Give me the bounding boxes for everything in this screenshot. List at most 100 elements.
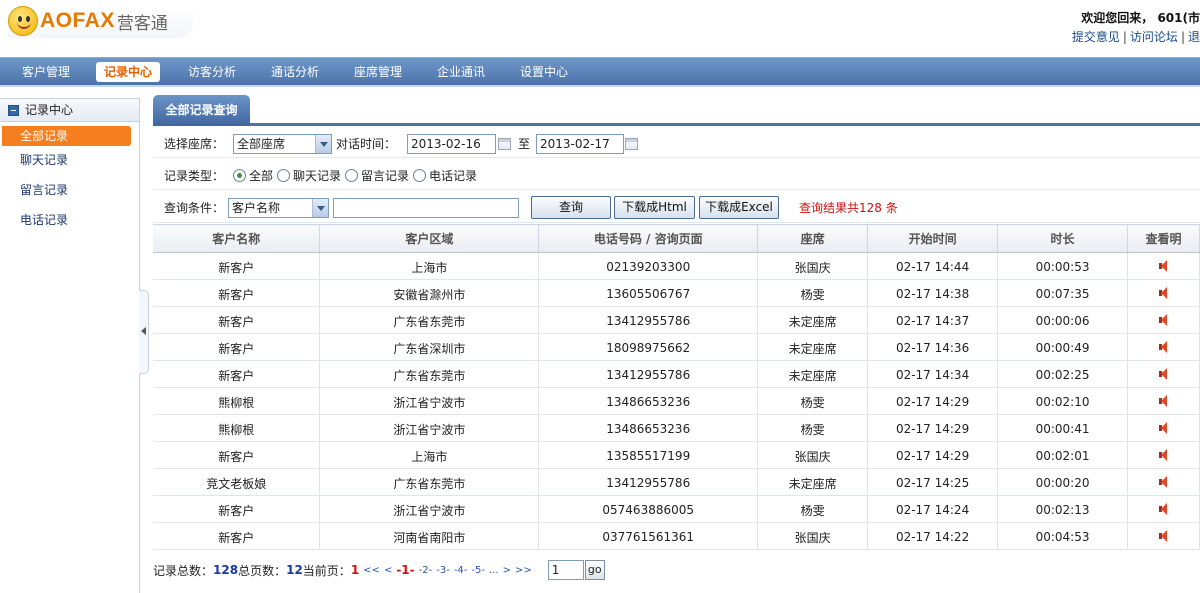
- seat-select[interactable]: 全部座席: [233, 134, 332, 154]
- cell-customer-name: 新客户: [153, 495, 321, 523]
- seat-label: 选择座席：: [164, 137, 225, 151]
- table-row[interactable]: 新客户 上海市 13585517199 张国庆 02-17 14:29 00:02:01: [153, 441, 1200, 469]
- sidebar-header[interactable]: 记录中心: [0, 98, 139, 122]
- speaker-icon[interactable]: [1158, 394, 1169, 407]
- col-header-customer-name[interactable]: 客户名称: [153, 224, 321, 253]
- radio-dot[interactable]: [345, 169, 358, 182]
- col-header-phone[interactable]: 电话号码 / 咨询页面: [538, 224, 759, 253]
- cell-customer-name: 熊柳根: [153, 414, 321, 442]
- radio-all[interactable]: 全部: [233, 167, 273, 184]
- date-to-input[interactable]: 2013-02-17: [536, 134, 624, 154]
- page-link-1[interactable]: -1-: [396, 563, 414, 577]
- cell-view: [1127, 306, 1200, 334]
- speaker-icon[interactable]: [1158, 421, 1169, 434]
- cell-phone: 13412955786: [538, 306, 759, 334]
- cell-seat: 未定座席: [757, 333, 869, 361]
- speaker-icon[interactable]: [1158, 286, 1169, 299]
- page-link-4[interactable]: -4-: [454, 565, 468, 576]
- sidebar-collapse-handle[interactable]: [139, 290, 149, 374]
- table-row[interactable]: 新客户 广东省深圳市 18098975662 未定座席 02-17 14:36 00:00…: [153, 333, 1200, 361]
- logo[interactable]: AOFAX 营客通: [8, 4, 193, 38]
- search-button[interactable]: 查询: [531, 196, 611, 219]
- first-page-link[interactable]: <<: [363, 565, 380, 576]
- tab-all-records-query[interactable]: 全部记录查询: [153, 95, 250, 126]
- speaker-icon[interactable]: [1158, 313, 1169, 326]
- sidebar-item-all-records[interactable]: 全部记录: [2, 126, 131, 146]
- nav-enterprise-comm[interactable]: 企业通讯: [429, 62, 493, 82]
- table-header-row: 客户名称 客户区域 电话号码 / 咨询页面 座席 开始时间 时长 查看明: [153, 224, 1200, 253]
- table-row[interactable]: 新客户 广东省东莞市 13412955786 未定座席 02-17 14:34 00:02…: [153, 360, 1200, 388]
- table-row[interactable]: 新客户 安徽省滁州市 13605506767 杨雯 02-17 14:38 00:07:3…: [153, 279, 1200, 307]
- sidebar-item-chat-records[interactable]: 聊天记录: [0, 150, 139, 176]
- cell-seat: 张国庆: [757, 252, 869, 280]
- col-header-seat[interactable]: 座席: [757, 224, 869, 253]
- calendar-icon[interactable]: [625, 138, 638, 150]
- table-row[interactable]: 新客户 上海市 02139203300 张国庆 02-17 14:44 00:00:53: [153, 252, 1200, 280]
- nav-call-analysis[interactable]: 通话分析: [263, 62, 327, 82]
- page-number-input[interactable]: 1: [547, 560, 584, 580]
- speaker-icon[interactable]: [1158, 502, 1169, 515]
- nav-seat-management[interactable]: 座席管理: [346, 62, 410, 82]
- table-row[interactable]: 新客户 广东省东莞市 13412955786 未定座席 02-17 14:37 00:00…: [153, 306, 1200, 334]
- radio-phone[interactable]: 电话记录: [413, 167, 477, 184]
- speaker-icon[interactable]: [1158, 367, 1169, 380]
- cell-seat: 张国庆: [757, 441, 869, 469]
- page-link-5[interactable]: -5-: [471, 565, 485, 576]
- download-html-button[interactable]: 下载成Html: [614, 196, 695, 219]
- col-header-view[interactable]: 查看明: [1127, 224, 1200, 253]
- cell-view: [1127, 387, 1200, 415]
- radio-chat[interactable]: 聊天记录: [277, 167, 341, 184]
- cell-region: 浙江省宁波市: [319, 414, 540, 442]
- cell-customer-name: 新客户: [153, 522, 321, 550]
- calendar-icon[interactable]: [498, 138, 511, 150]
- speaker-icon[interactable]: [1158, 448, 1169, 461]
- logout-link[interactable]: 退: [1188, 30, 1200, 44]
- cell-start-time: 02-17 14:38: [867, 279, 999, 307]
- collapse-minus-icon[interactable]: [8, 104, 19, 116]
- nav-customer[interactable]: 客户管理: [14, 62, 78, 82]
- col-header-start-time[interactable]: 开始时间: [867, 224, 999, 253]
- condition-select[interactable]: 客户名称: [228, 198, 329, 218]
- brand-name: AOFAX: [40, 9, 115, 32]
- last-page-link[interactable]: >>: [515, 565, 532, 576]
- keyword-input[interactable]: [333, 198, 519, 218]
- speaker-icon[interactable]: [1158, 259, 1169, 272]
- type-label: 记录类型：: [164, 169, 225, 183]
- cell-region: 广东省东莞市: [319, 468, 540, 496]
- go-button[interactable]: go: [584, 560, 605, 580]
- radio-message[interactable]: 留言记录: [345, 167, 409, 184]
- table-row[interactable]: 熊柳根 浙江省宁波市 13486653236 杨雯 02-17 14:29 00:00:4…: [153, 414, 1200, 442]
- radio-dot[interactable]: [233, 169, 246, 182]
- table-row[interactable]: 新客户 浙江省宁波市 057463886005 杨雯 02-17 14:24 00:02:…: [153, 495, 1200, 523]
- col-header-customer-region[interactable]: 客户区域: [319, 224, 540, 253]
- col-header-duration[interactable]: 时长: [997, 224, 1128, 253]
- radio-dot[interactable]: [277, 169, 290, 182]
- cell-phone: 13605506767: [538, 279, 759, 307]
- forum-link[interactable]: 访问论坛: [1130, 30, 1178, 44]
- page-link-3[interactable]: -3-: [436, 565, 450, 576]
- download-excel-button[interactable]: 下载成Excel: [699, 196, 779, 219]
- table-row[interactable]: 熊柳根 浙江省宁波市 13486653236 杨雯 02-17 14:29 00:02:1…: [153, 387, 1200, 415]
- cell-region: 广东省东莞市: [319, 306, 540, 334]
- nav-visitor-analysis[interactable]: 访客分析: [180, 62, 244, 82]
- cell-start-time: 02-17 14:34: [867, 360, 999, 388]
- speaker-icon[interactable]: [1158, 529, 1169, 542]
- table-row[interactable]: 竞文老板娘 广东省东莞市 13412955786 未定座席 02-17 14:25 00:…: [153, 468, 1200, 496]
- page-link-2[interactable]: -2-: [419, 565, 433, 576]
- cell-region: 广东省东莞市: [319, 360, 540, 388]
- table-row[interactable]: 新客户 河南省南阳市 037761561361 张国庆 02-17 14:22 00:04…: [153, 522, 1200, 550]
- sidebar-item-phone-records[interactable]: 电话记录: [0, 210, 139, 236]
- pager: 记录总数： 128 总页数： 12 当前页： 1 << < -1- -2- -3…: [153, 556, 1200, 584]
- cell-phone: 037761561361: [538, 522, 759, 550]
- prev-page-link[interactable]: <: [384, 565, 392, 576]
- date-from-input[interactable]: 2013-02-16: [407, 134, 496, 154]
- speaker-icon[interactable]: [1158, 340, 1169, 353]
- feedback-link[interactable]: 提交意见: [1072, 30, 1120, 44]
- cell-phone: 13486653236: [538, 414, 759, 442]
- radio-dot[interactable]: [413, 169, 426, 182]
- nav-settings[interactable]: 设置中心: [512, 62, 576, 82]
- nav-records[interactable]: 记录中心: [96, 62, 161, 82]
- speaker-icon[interactable]: [1158, 475, 1169, 488]
- sidebar-item-message-records[interactable]: 留言记录: [0, 180, 139, 206]
- next-page-link[interactable]: >: [503, 565, 511, 576]
